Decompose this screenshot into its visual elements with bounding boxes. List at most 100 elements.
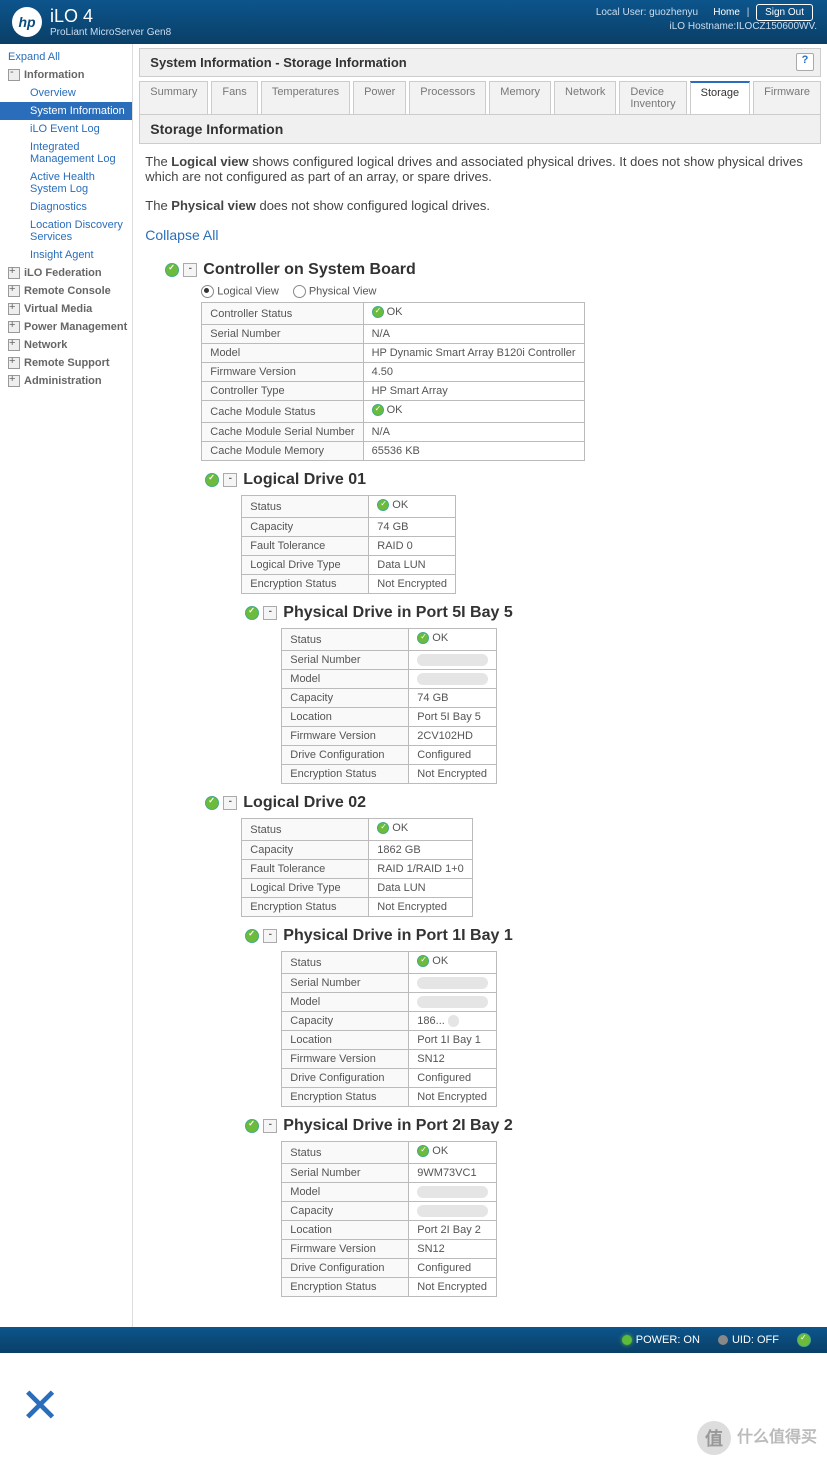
table-row: Serial NumberN/A — [202, 325, 584, 344]
table-row: Encryption StatusNot Encrypted — [242, 575, 456, 594]
product-title-block: iLO 4 ProLiant MicroServer Gen8 — [50, 6, 171, 38]
table-row: Serial Number9WM73VC1 — [282, 1164, 496, 1183]
nav-group[interactable]: Information — [0, 66, 132, 84]
power-led-icon — [622, 1335, 632, 1345]
help-icon[interactable]: ? — [796, 53, 814, 71]
main-content: System Information - Storage Information… — [133, 44, 827, 1327]
nav-group[interactable]: iLO Federation — [0, 264, 132, 282]
nav-group[interactable]: Virtual Media — [0, 300, 132, 318]
status-ok-icon — [417, 1145, 429, 1157]
nav-item[interactable]: Active Health System Log — [0, 168, 132, 198]
collapse-icon[interactable]: - — [223, 473, 237, 487]
plus-icon[interactable] — [8, 357, 20, 369]
table-row: Modelredactedxxxxx — [282, 670, 496, 689]
home-link[interactable]: Home — [713, 7, 740, 18]
status-ok-icon — [165, 263, 179, 277]
controller-title: Controller on System Board — [203, 261, 415, 279]
collapse-icon[interactable]: - — [263, 606, 277, 620]
tab-processors[interactable]: Processors — [409, 81, 486, 114]
tab-device-inventory[interactable]: Device Inventory — [619, 81, 686, 114]
table-row: Drive ConfigurationConfigured — [282, 1259, 496, 1278]
tab-temperatures[interactable]: Temperatures — [261, 81, 350, 114]
table-row: Capacity1862 GB — [242, 841, 473, 860]
tabs-row: SummaryFansTemperaturesPowerProcessorsMe… — [139, 81, 821, 114]
section-title: Storage Information — [139, 114, 821, 144]
tab-storage[interactable]: Storage — [690, 81, 751, 114]
table-row: Capacity74 GB — [282, 689, 496, 708]
table-row: Logical Drive TypeData LUN — [242, 556, 456, 575]
table-row: Firmware VersionSN12 — [282, 1050, 496, 1069]
table-row: Drive ConfigurationConfigured — [282, 746, 496, 765]
table-row: Capacity74 GB — [242, 518, 456, 537]
tab-network[interactable]: Network — [554, 81, 616, 114]
tab-fans[interactable]: Fans — [211, 81, 257, 114]
power-status: POWER: ON — [622, 1334, 700, 1346]
nav-group[interactable]: Remote Console — [0, 282, 132, 300]
close-icon[interactable]: ✕ — [20, 1378, 60, 1434]
header-bar: hp iLO 4 ProLiant MicroServer Gen8 Local… — [0, 0, 827, 44]
table-row: StatusOK — [282, 952, 496, 974]
sidebar: Expand All InformationOverviewSystem Inf… — [0, 44, 133, 1327]
nav-item[interactable]: Insight Agent — [0, 246, 132, 264]
table-row: Modelredactedxxxxx — [282, 1183, 496, 1202]
table-row: StatusOK — [242, 496, 456, 518]
table-row: LocationPort 5I Bay 5 — [282, 708, 496, 727]
table-row: Capacityredactedxxxxx — [282, 1202, 496, 1221]
collapse-all-link[interactable]: Collapse All — [145, 227, 218, 243]
table-row: Controller TypeHP Smart Array — [202, 382, 584, 401]
uid-led-icon — [718, 1335, 728, 1345]
status-ok-icon — [417, 955, 429, 967]
uid-status: UID: OFF — [718, 1334, 779, 1346]
nav-group[interactable]: Administration — [0, 372, 132, 390]
nav-group[interactable]: Network — [0, 336, 132, 354]
tab-summary[interactable]: Summary — [139, 81, 208, 114]
pd1-table: StatusOKSerial NumberredactedxxxxxModelr… — [281, 951, 496, 1107]
minus-icon[interactable] — [8, 69, 20, 81]
collapse-icon[interactable]: - — [263, 1119, 277, 1133]
pd5-table: StatusOKSerial NumberredactedxxxxxModelr… — [281, 628, 496, 784]
expand-all-link[interactable]: Expand All — [0, 48, 132, 66]
table-row: Cache Module Memory65536 KB — [202, 442, 584, 461]
table-row: Encryption StatusNot Encrypted — [242, 898, 473, 917]
nav-item[interactable]: Diagnostics — [0, 198, 132, 216]
status-ok-icon — [245, 606, 259, 620]
nav-item[interactable]: Overview — [0, 84, 132, 102]
tab-memory[interactable]: Memory — [489, 81, 551, 114]
physical-view-radio[interactable]: Physical View — [293, 285, 377, 298]
watermark-icon: 值 — [697, 1421, 731, 1455]
signout-button[interactable]: Sign Out — [756, 4, 813, 21]
logical-view-radio[interactable]: Logical View — [201, 285, 279, 298]
footer-bar: POWER: ON UID: OFF — [0, 1327, 827, 1353]
collapse-icon[interactable]: - — [183, 263, 197, 277]
collapse-icon[interactable]: - — [223, 796, 237, 810]
tab-firmware[interactable]: Firmware — [753, 81, 821, 114]
plus-icon[interactable] — [8, 375, 20, 387]
nav-group[interactable]: Power Management — [0, 318, 132, 336]
status-ok-icon — [377, 499, 389, 511]
table-row: Capacity186... xx — [282, 1012, 496, 1031]
collapse-icon[interactable]: - — [263, 929, 277, 943]
plus-icon[interactable] — [8, 267, 20, 279]
table-row: ModelHP Dynamic Smart Array B120i Contro… — [202, 344, 584, 363]
nav-item[interactable]: Integrated Management Log — [0, 138, 132, 168]
description-2: The Physical view does not show configur… — [145, 198, 815, 213]
table-row: Drive ConfigurationConfigured — [282, 1069, 496, 1088]
product-title: iLO 4 — [50, 6, 171, 27]
status-ok-icon — [205, 796, 219, 810]
bottom-toolbar: ✕ 值什么值得买 — [0, 1353, 827, 1459]
plus-icon[interactable] — [8, 285, 20, 297]
plus-icon[interactable] — [8, 321, 20, 333]
plus-icon[interactable] — [8, 303, 20, 315]
nav-item[interactable]: iLO Event Log — [0, 120, 132, 138]
nav-item[interactable]: System Information — [0, 102, 132, 120]
table-row: Encryption StatusNot Encrypted — [282, 1278, 496, 1297]
controller-table: Controller StatusOKSerial NumberN/AModel… — [201, 302, 584, 461]
table-row: Encryption StatusNot Encrypted — [282, 765, 496, 784]
physical-drive-1i1: - Physical Drive in Port 1I Bay 1 Status… — [245, 927, 815, 1107]
status-ok-icon — [377, 822, 389, 834]
table-row: Cache Module StatusOK — [202, 401, 584, 423]
tab-power[interactable]: Power — [353, 81, 406, 114]
nav-item[interactable]: Location Discovery Services — [0, 216, 132, 246]
plus-icon[interactable] — [8, 339, 20, 351]
nav-group[interactable]: Remote Support — [0, 354, 132, 372]
